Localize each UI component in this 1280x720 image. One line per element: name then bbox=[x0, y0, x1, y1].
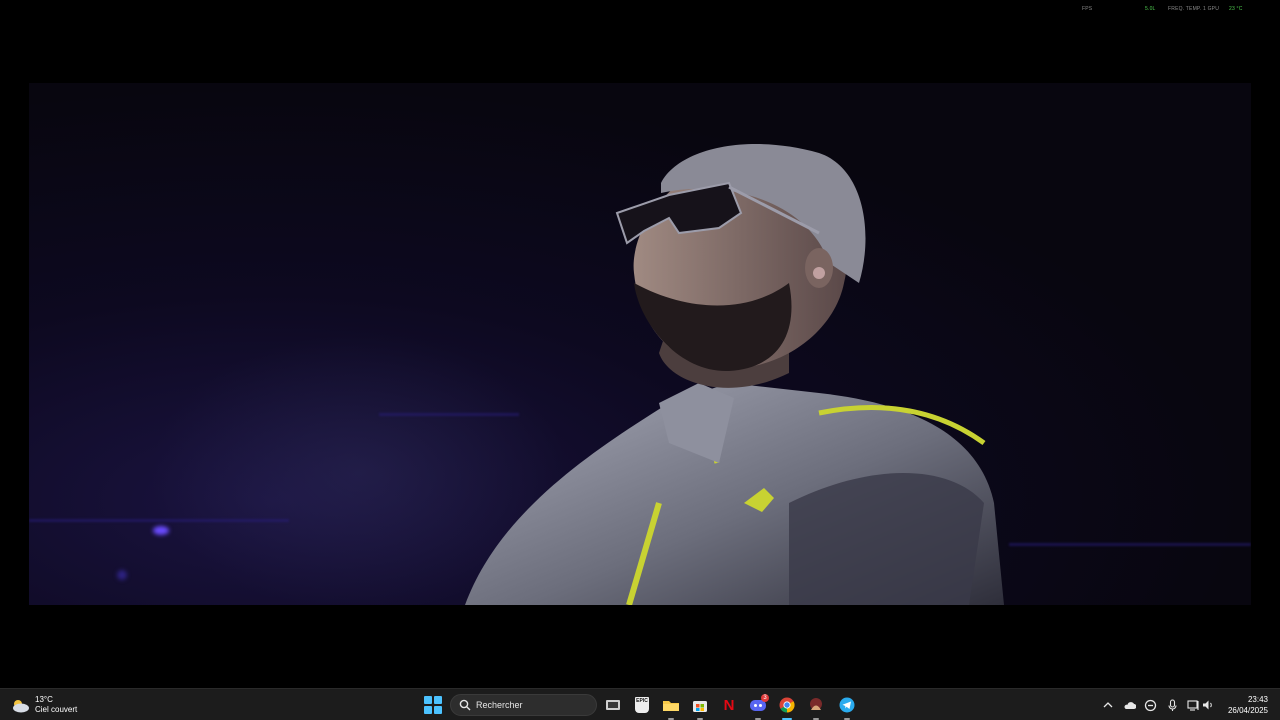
game-icon bbox=[810, 698, 822, 710]
taskbar-app-telegram[interactable] bbox=[837, 695, 857, 720]
tray-microphone[interactable] bbox=[1165, 697, 1179, 713]
search-icon bbox=[459, 699, 471, 711]
tray-onedrive[interactable] bbox=[1122, 697, 1136, 713]
taskbar-app-game[interactable] bbox=[806, 695, 826, 720]
microphone-icon bbox=[1167, 698, 1177, 711]
network-icon bbox=[1186, 700, 1199, 711]
epic-games-icon: EPIC bbox=[635, 697, 649, 713]
tray-volume[interactable] bbox=[1201, 697, 1215, 713]
taskbar-app-epic-games[interactable]: EPIC bbox=[632, 695, 652, 715]
speaker-icon bbox=[1202, 700, 1212, 710]
taskbar-app-microsoft-store[interactable] bbox=[690, 695, 710, 720]
video-player[interactable] bbox=[29, 83, 1251, 605]
tray-network[interactable] bbox=[1186, 697, 1200, 713]
overlay-value: 5.0L bbox=[1145, 6, 1156, 12]
telegram-icon bbox=[839, 697, 855, 713]
taskbar: 13°C Ciel couvert Rechercher EPIC N 3 23… bbox=[0, 688, 1280, 720]
weather-temperature: 13°C bbox=[35, 695, 53, 704]
gpu-freq-temp-label: FREQ. TEMP. 1 GPU bbox=[1168, 6, 1220, 12]
taskbar-app-file-explorer[interactable] bbox=[661, 695, 681, 720]
vpn-icon bbox=[1144, 699, 1156, 711]
search-placeholder: Rechercher bbox=[476, 700, 523, 710]
notification-badge: 3 bbox=[761, 694, 769, 702]
start-button[interactable] bbox=[424, 696, 442, 714]
folder-icon bbox=[663, 701, 679, 711]
fps-label: FPS bbox=[1082, 6, 1093, 12]
search-box[interactable]: Rechercher bbox=[450, 694, 597, 716]
tray-vpn[interactable] bbox=[1143, 697, 1157, 713]
taskbar-app-netflix[interactable]: N bbox=[719, 695, 739, 715]
cloudy-weather-icon bbox=[13, 700, 29, 713]
netflix-icon: N bbox=[723, 696, 735, 714]
clock-date: 26/04/2025 bbox=[1227, 706, 1268, 715]
performer-figure bbox=[465, 144, 1004, 605]
onedrive-icon bbox=[1124, 701, 1136, 709]
windows-logo-icon bbox=[424, 696, 432, 704]
show-hidden-icons-button[interactable] bbox=[1101, 697, 1115, 713]
system-clock[interactable]: 23:43 26/04/2025 bbox=[1228, 694, 1268, 716]
taskbar-app-discord[interactable]: 3 bbox=[748, 694, 769, 720]
weather-widget[interactable]: 13°C Ciel couvert bbox=[10, 693, 77, 717]
performance-overlay: FPS 5.0L FREQ. TEMP. 1 GPU 23 °C bbox=[0, 3, 1280, 15]
taskbar-app-task-view[interactable] bbox=[603, 695, 623, 715]
clock-time: 23:43 bbox=[1247, 695, 1268, 704]
chevron-up-icon bbox=[1103, 702, 1113, 708]
taskbar-app-chrome[interactable] bbox=[777, 695, 797, 720]
gpu-temp-value: 23 °C bbox=[1229, 6, 1243, 12]
weather-condition: Ciel couvert bbox=[35, 705, 78, 714]
chrome-icon bbox=[779, 697, 795, 713]
task-view-icon bbox=[606, 700, 620, 710]
store-icon bbox=[693, 701, 707, 712]
